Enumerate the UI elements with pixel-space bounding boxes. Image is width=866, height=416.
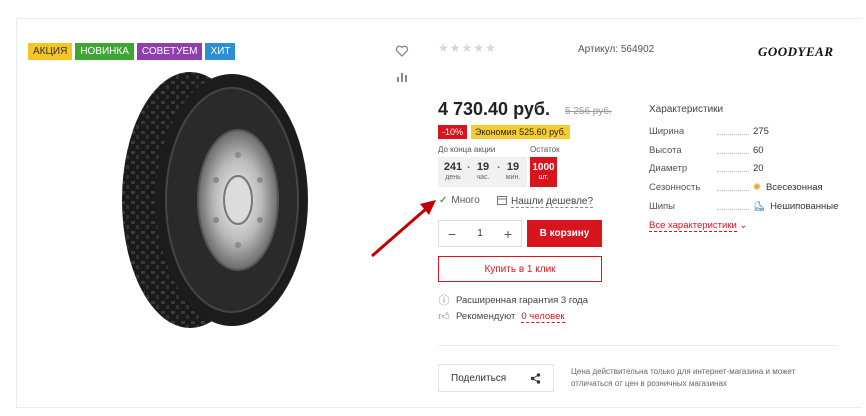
badge-hit[interactable]: ХИТ [205, 43, 236, 60]
characteristics-title: Характеристики [649, 104, 724, 115]
char-row-season: Сезонность ✺ Всесезонная [649, 182, 849, 193]
all-characteristics-label[interactable]: Все характеристики [649, 220, 737, 232]
badge-recommend[interactable]: СОВЕТУЕМ [136, 43, 203, 60]
add-to-cart-button[interactable]: В корзину [527, 220, 602, 247]
calendar-icon [497, 196, 507, 205]
timer-minutes-label: мин. [505, 174, 521, 181]
char-key: Сезонность [649, 182, 701, 193]
rating-stars[interactable]: ★★★★★ [438, 41, 497, 55]
one-click-buy-button[interactable]: Купить в 1 клик [438, 256, 602, 282]
char-value: 60 [753, 145, 764, 156]
economy-badge: Экономия 525.60 руб. [471, 125, 571, 139]
share-icon [530, 372, 541, 384]
compare-icon[interactable] [395, 70, 409, 84]
timer-days: 241 [443, 161, 463, 173]
stock-box: 1000 шт. [530, 157, 557, 187]
stock-label: Остаток [530, 145, 560, 154]
qty-minus-button[interactable]: − [448, 226, 456, 242]
char-key: Ширина [649, 126, 685, 137]
dotted-leader [717, 185, 749, 191]
side-actions [395, 44, 409, 96]
timer-label: До конца акции [438, 145, 496, 154]
stock-unit: шт. [538, 174, 549, 181]
recommend-info: 👍︎ Рекомендуют 0 человек [438, 310, 565, 323]
price-note: Цена действительна только для интернет-м… [571, 367, 796, 388]
dotted-leader [717, 166, 749, 172]
char-row-studs: Шипы ⛸︎ Нешипованные [649, 201, 849, 212]
promo-timer: 241 день · 19 час. · 19 мин. [438, 157, 527, 187]
stock-value: 1000 [532, 162, 555, 173]
char-key: Диаметр [649, 163, 688, 174]
thumbs-up-icon: 👍︎ [438, 311, 450, 323]
badge-new[interactable]: НОВИНКА [75, 43, 134, 60]
check-icon: ✓ [439, 195, 448, 206]
char-value: 275 [753, 126, 769, 137]
char-value: 20 [753, 163, 764, 174]
divider [438, 345, 838, 346]
char-key: Высота [649, 145, 682, 156]
quantity-stepper: − 1 + [438, 220, 522, 247]
badge-sale[interactable]: АКЦИЯ [28, 43, 73, 60]
dotted-leader [717, 148, 749, 154]
all-characteristics-link[interactable]: Все характеристики ⌄ [649, 220, 748, 232]
product-image[interactable] [120, 70, 310, 330]
recommend-count-link[interactable]: 0 человек [521, 311, 565, 323]
article-number: Артикул: 564902 [578, 44, 655, 55]
warranty-label: Расширенная гарантия 3 года [456, 294, 588, 306]
info-icon: ⓘ [438, 295, 450, 307]
share-label: Поделиться [451, 372, 507, 384]
found-cheaper-link[interactable]: Нашли дешевле? [497, 195, 594, 208]
char-value: Нешипованные [770, 201, 839, 212]
timer-days-label: день [445, 174, 461, 181]
all-season-icon: ✺ [753, 182, 761, 193]
char-row-diameter: Диаметр 20 [649, 163, 849, 174]
availability: ✓ Много [439, 195, 480, 206]
chevron-down-icon: ⌄ [739, 220, 748, 231]
availability-label: Много [451, 195, 480, 206]
char-row-height: Высота 60 [649, 145, 849, 156]
warranty-info: ⓘ Расширенная гарантия 3 года [438, 292, 588, 308]
dotted-leader [717, 129, 749, 135]
dotted-leader [717, 204, 749, 210]
discount-badge: -10% [438, 125, 468, 139]
badge-list: АКЦИЯ НОВИНКА СОВЕТУЕМ ХИТ [28, 43, 236, 60]
found-cheaper-label[interactable]: Нашли дешевле? [511, 196, 594, 208]
brand-logo[interactable]: GOODYEAR [758, 44, 834, 60]
timer-hours: 19 [476, 161, 490, 173]
heart-icon[interactable] [395, 44, 409, 58]
old-price: 5 256 руб. [565, 106, 612, 117]
char-key: Шипы [649, 201, 675, 212]
no-studs-icon: ⛸︎ [753, 201, 766, 212]
recommend-label: Рекомендуют [456, 311, 516, 322]
qty-plus-button[interactable]: + [504, 226, 512, 242]
char-value: Всесезонная [765, 182, 823, 193]
qty-value[interactable]: 1 [477, 228, 483, 239]
timer-minutes: 19 [506, 161, 520, 173]
share-button[interactable]: Поделиться [438, 364, 554, 392]
timer-hours-label: час. [476, 174, 490, 181]
current-price: 4 730.40 руб. [438, 99, 550, 119]
char-row-width: Ширина 275 [649, 126, 849, 137]
